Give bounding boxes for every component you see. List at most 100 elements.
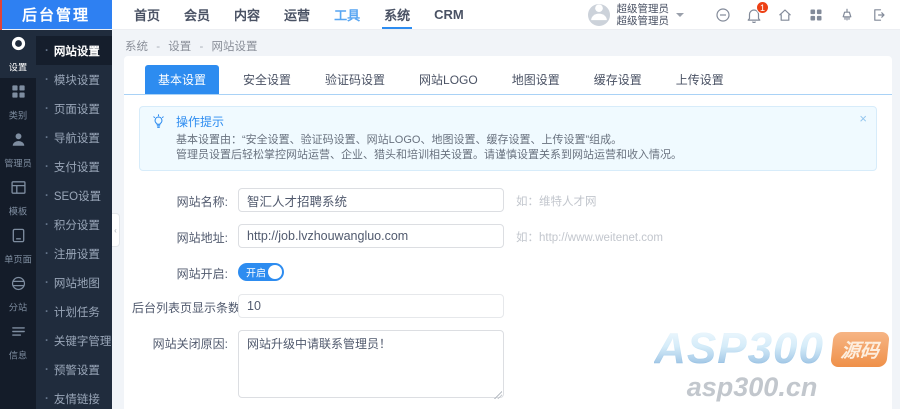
sidebar-group-settings[interactable]: 设置 bbox=[0, 30, 36, 78]
site-url-input[interactable] bbox=[238, 224, 504, 248]
tab-cache-settings[interactable]: 缓存设置 bbox=[584, 65, 652, 94]
operation-tip-alert: 操作提示 基本设置由：“安全设置、验证码设置、网站LOGO、地图设置、缓存设置、… bbox=[139, 106, 877, 171]
alert-line-2: 管理员设置后轻松掌控网站运营、企业、猎头和培训相关设置。请谨慎设置关系到网站运营… bbox=[176, 148, 850, 163]
breadcrumb-site-settings: 网站设置 bbox=[212, 41, 258, 53]
site-url-label: 网站地址: bbox=[144, 224, 238, 246]
nav-system[interactable]: 系统 bbox=[372, 0, 422, 29]
chevron-down-icon[interactable] bbox=[676, 13, 684, 21]
menu-item-page-settings[interactable]: ·页面设置 bbox=[36, 94, 112, 123]
bullet-dot: · bbox=[45, 132, 49, 144]
sidebar-group-templates[interactable]: 模板 bbox=[0, 174, 36, 222]
bullet-dot: · bbox=[45, 364, 49, 376]
menu-item-seo-settings[interactable]: ·SEO设置 bbox=[36, 181, 112, 210]
list-icon bbox=[10, 323, 27, 345]
site-url-row: 网站地址: 如：http://www.weitenet.com bbox=[144, 224, 892, 248]
message-icon[interactable] bbox=[715, 7, 731, 23]
sidebar-group-categories[interactable]: 类别 bbox=[0, 78, 36, 126]
app-logo[interactable]: 后台管理 bbox=[0, 0, 112, 29]
user-icon bbox=[588, 4, 610, 26]
nav-tools[interactable]: 工具 bbox=[322, 0, 372, 29]
template-icon bbox=[10, 179, 27, 201]
breadcrumb: 系统 - 设置 - 网站设置 bbox=[112, 30, 900, 56]
grid-icon bbox=[10, 83, 27, 105]
tab-site-logo[interactable]: 网站LOGO bbox=[409, 65, 488, 94]
tab-map-settings[interactable]: 地图设置 bbox=[502, 65, 570, 94]
site-open-toggle[interactable]: 开启 bbox=[238, 263, 284, 281]
bell-icon[interactable]: 1 bbox=[746, 7, 762, 23]
user-name: 超级管理员 bbox=[617, 3, 670, 15]
basic-settings-form: 网站名称: 如：维特人才网 网站地址: 如：http://www.weitene… bbox=[124, 188, 892, 409]
apps-grid-icon[interactable] bbox=[808, 7, 824, 23]
sidebar-group-subsites[interactable]: 分站 bbox=[0, 270, 36, 318]
tab-upload-settings[interactable]: 上传设置 bbox=[666, 65, 734, 94]
menu-item-payment-settings[interactable]: ·支付设置 bbox=[36, 152, 112, 181]
menu-item-site-settings[interactable]: ·网站设置 bbox=[36, 36, 112, 65]
bullet-dot: · bbox=[45, 190, 49, 202]
nav-crm[interactable]: CRM bbox=[422, 0, 476, 29]
page-size-label: 后台列表页显示条数: bbox=[132, 294, 238, 316]
menu-item-alert-settings[interactable]: ·预警设置 bbox=[36, 355, 112, 384]
site-name-hint: 如：维特人才网 bbox=[516, 188, 597, 209]
nav-content[interactable]: 内容 bbox=[222, 0, 272, 29]
site-open-row: 网站开启: 开启 bbox=[144, 260, 892, 282]
tab-basic-settings[interactable]: 基本设置 bbox=[145, 65, 219, 94]
close-reason-label: 网站关闭原因: bbox=[144, 330, 238, 352]
lightbulb-icon bbox=[151, 114, 166, 129]
sidebar-menu: ·网站设置 ·模块设置 ·页面设置 ·导航设置 ·支付设置 ·SEO设置 ·积分… bbox=[36, 30, 112, 409]
sidebar-group-info[interactable]: 信息 bbox=[0, 318, 36, 366]
menu-item-module-settings[interactable]: ·模块设置 bbox=[36, 65, 112, 94]
close-icon[interactable]: × bbox=[859, 112, 867, 125]
breadcrumb-separator: - bbox=[156, 41, 160, 53]
nav-home[interactable]: 首页 bbox=[122, 0, 172, 29]
breadcrumb-separator: - bbox=[199, 41, 203, 53]
bullet-dot: · bbox=[45, 248, 49, 260]
bullet-dot: · bbox=[45, 277, 49, 289]
page-size-input[interactable] bbox=[238, 294, 504, 318]
menu-item-sitemap[interactable]: ·网站地图 bbox=[36, 268, 112, 297]
settings-tabs: 基本设置 安全设置 验证码设置 网站LOGO 地图设置 缓存设置 上传设置 bbox=[124, 56, 892, 95]
breadcrumb-system[interactable]: 系统 bbox=[125, 41, 148, 53]
alert-title: 操作提示 bbox=[176, 113, 850, 130]
site-open-label: 网站开启: bbox=[144, 260, 238, 282]
site-name-label: 网站名称: bbox=[144, 188, 238, 210]
bullet-dot: · bbox=[45, 219, 49, 231]
menu-item-register-settings[interactable]: ·注册设置 bbox=[36, 239, 112, 268]
tab-security-settings[interactable]: 安全设置 bbox=[233, 65, 301, 94]
bullet-dot: · bbox=[45, 306, 49, 318]
page-size-row: 后台列表页显示条数: bbox=[144, 294, 892, 318]
close-reason-textarea[interactable]: 网站升级中请联系管理员！ bbox=[238, 330, 504, 398]
user-area: 超级管理员 超级管理员 1 bbox=[588, 0, 900, 29]
bullet-dot: · bbox=[45, 103, 49, 115]
sidebar-group-admins[interactable]: 管理员 bbox=[0, 126, 36, 174]
top-bar: 后台管理 首页 会员 内容 运营 工具 系统 CRM 超级管理员 超级管理员 bbox=[0, 0, 900, 30]
menu-item-keywords[interactable]: ·关键字管理 bbox=[36, 326, 112, 355]
site-name-row: 网站名称: 如：维特人才网 bbox=[144, 188, 892, 212]
page-icon bbox=[10, 227, 27, 249]
site-url-hint: 如：http://www.weitenet.com bbox=[516, 224, 663, 245]
menu-item-points-settings[interactable]: ·积分设置 bbox=[36, 210, 112, 239]
breadcrumb-settings[interactable]: 设置 bbox=[168, 41, 191, 53]
logout-icon[interactable] bbox=[870, 7, 886, 23]
user-names[interactable]: 超级管理员 超级管理员 bbox=[617, 3, 670, 27]
sidebar-collapse-handle[interactable]: ‹ bbox=[112, 213, 120, 247]
gear-icon bbox=[10, 35, 27, 57]
tab-captcha-settings[interactable]: 验证码设置 bbox=[315, 65, 395, 94]
menu-item-nav-settings[interactable]: ·导航设置 bbox=[36, 123, 112, 152]
top-nav: 首页 会员 内容 运营 工具 系统 CRM bbox=[122, 0, 476, 29]
avatar[interactable] bbox=[588, 4, 610, 26]
left-edge-marker bbox=[0, 0, 2, 30]
top-icons: 1 bbox=[700, 7, 886, 23]
bullet-dot: · bbox=[45, 335, 49, 347]
clean-cache-icon[interactable] bbox=[839, 7, 855, 23]
sidebar-group-single-page[interactable]: 单页面 bbox=[0, 222, 36, 270]
main-content: 系统 - 设置 - 网站设置 基本设置 安全设置 验证码设置 网站LOGO 地图… bbox=[112, 30, 900, 409]
sidebar-icon-strip: 设置 类别 管理员 模板 单页面 分站 信息 bbox=[0, 30, 36, 409]
menu-item-cron-tasks[interactable]: ·计划任务 bbox=[36, 297, 112, 326]
toggle-knob bbox=[268, 265, 282, 279]
menu-item-friend-links[interactable]: ·友情链接 bbox=[36, 384, 112, 409]
nav-members[interactable]: 会员 bbox=[172, 0, 222, 29]
site-name-input[interactable] bbox=[238, 188, 504, 212]
nav-operations[interactable]: 运营 bbox=[272, 0, 322, 29]
home-icon[interactable] bbox=[777, 7, 793, 23]
bullet-dot: · bbox=[45, 161, 49, 173]
